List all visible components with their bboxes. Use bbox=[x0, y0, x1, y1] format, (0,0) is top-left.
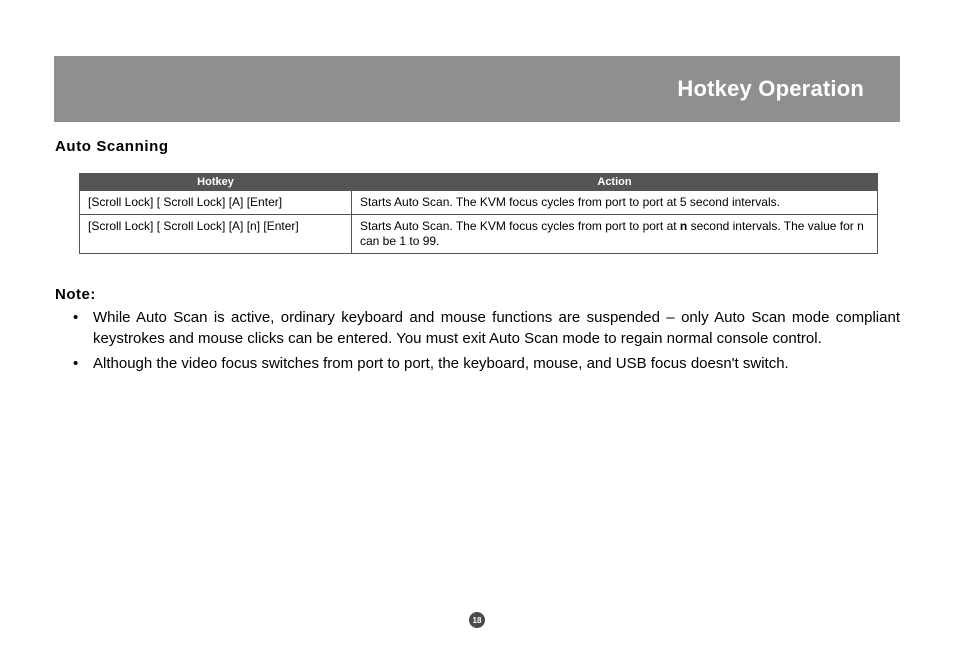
note-block: Note: While Auto Scan is active, ordinar… bbox=[55, 284, 900, 378]
note-list: While Auto Scan is active, ordinary keyb… bbox=[55, 307, 900, 374]
table-header-row: Hotkey Action bbox=[80, 174, 878, 191]
note-item: Although the video focus switches from p… bbox=[55, 353, 900, 374]
hotkey-table: Hotkey Action [Scroll Lock] [ Scroll Loc… bbox=[79, 173, 878, 254]
note-label: Note: bbox=[55, 284, 900, 305]
action-text-pre: Starts Auto Scan. The KVM focus cycles f… bbox=[360, 219, 680, 233]
cell-hotkey: [Scroll Lock] [ Scroll Lock] [A] [Enter] bbox=[80, 191, 352, 215]
page-number: 18 bbox=[473, 616, 482, 625]
table-header-hotkey: Hotkey bbox=[80, 174, 352, 191]
cell-hotkey: [Scroll Lock] [ Scroll Lock] [A] [n] [En… bbox=[80, 215, 352, 254]
header-bar: Hotkey Operation bbox=[54, 56, 900, 122]
section-title: Auto Scanning bbox=[55, 138, 169, 155]
note-item: While Auto Scan is active, ordinary keyb… bbox=[55, 307, 900, 349]
table-row: [Scroll Lock] [ Scroll Lock] [A] [Enter]… bbox=[80, 191, 878, 215]
page-number-badge: 18 bbox=[469, 612, 485, 628]
cell-action: Starts Auto Scan. The KVM focus cycles f… bbox=[352, 215, 878, 254]
header-title: Hotkey Operation bbox=[677, 76, 864, 102]
cell-action: Starts Auto Scan. The KVM focus cycles f… bbox=[352, 191, 878, 215]
table-row: [Scroll Lock] [ Scroll Lock] [A] [n] [En… bbox=[80, 215, 878, 254]
table-header-action: Action bbox=[352, 174, 878, 191]
document-page: Hotkey Operation Auto Scanning Hotkey Ac… bbox=[0, 0, 954, 656]
